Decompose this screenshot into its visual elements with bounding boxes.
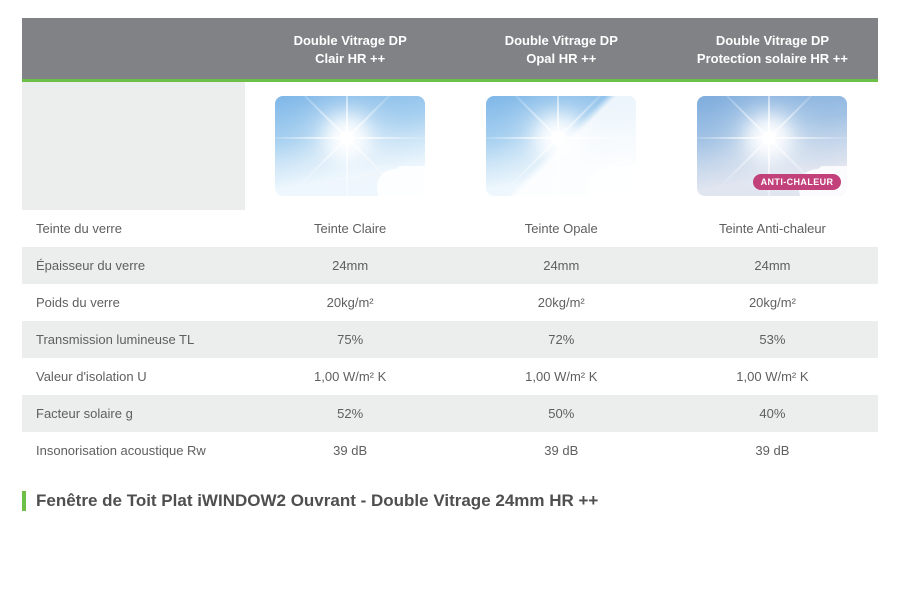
cell: 72% [456,321,667,358]
cell: Teinte Claire [245,210,456,247]
row-label: Facteur solaire g [22,395,245,432]
glazing-comparison-table: Double Vitrage DP Clair HR ++ Double Vit… [22,18,878,469]
row-label: Teinte du verre [22,210,245,247]
cell: 39 dB [245,432,456,469]
table-row: Poids du verre 20kg/m² 20kg/m² 20kg/m² [22,284,878,321]
cell: 20kg/m² [667,284,878,321]
preview-opal [456,82,667,210]
row-label: Épaisseur du verre [22,247,245,284]
header-empty [22,18,245,79]
header-col-protection: Double Vitrage DP Protection solaire HR … [667,18,878,79]
image-row-label [22,82,245,210]
cell: 20kg/m² [456,284,667,321]
cell: 1,00 W/m² K [667,358,878,395]
preview-clair [245,82,456,210]
table-header-row: Double Vitrage DP Clair HR ++ Double Vit… [22,18,878,79]
sky-thumbnail-clair [275,96,425,196]
cell: 1,00 W/m² K [245,358,456,395]
table-row: Épaisseur du verre 24mm 24mm 24mm [22,247,878,284]
row-label: Valeur d'isolation U [22,358,245,395]
table-row: Transmission lumineuse TL 75% 72% 53% [22,321,878,358]
preview-protection: ANTI-CHALEUR [667,82,878,210]
row-label: Transmission lumineuse TL [22,321,245,358]
table-row: Facteur solaire g 52% 50% 40% [22,395,878,432]
table-row: Insonorisation acoustique Rw 39 dB 39 dB… [22,432,878,469]
cell: 39 dB [667,432,878,469]
sky-thumbnail-protection: ANTI-CHALEUR [697,96,847,196]
cell: 53% [667,321,878,358]
cell: Teinte Anti-chaleur [667,210,878,247]
cell: 20kg/m² [245,284,456,321]
cell: 52% [245,395,456,432]
table-row: Teinte du verre Teinte Claire Teinte Opa… [22,210,878,247]
cell: 39 dB [456,432,667,469]
sky-thumbnail-opal [486,96,636,196]
cell: 1,00 W/m² K [456,358,667,395]
cell: 50% [456,395,667,432]
table-row: Valeur d'isolation U 1,00 W/m² K 1,00 W/… [22,358,878,395]
cell: Teinte Opale [456,210,667,247]
cell: 24mm [456,247,667,284]
cell: 75% [245,321,456,358]
cell: 40% [667,395,878,432]
header-col-opal: Double Vitrage DP Opal HR ++ [456,18,667,79]
header-col-clair: Double Vitrage DP Clair HR ++ [245,18,456,79]
page-title: Fenêtre de Toit Plat iWINDOW2 Ouvrant - … [22,491,878,511]
row-label: Poids du verre [22,284,245,321]
image-row: ANTI-CHALEUR [22,82,878,210]
anti-chaleur-badge: ANTI-CHALEUR [753,174,842,190]
cell: 24mm [667,247,878,284]
row-label: Insonorisation acoustique Rw [22,432,245,469]
cell: 24mm [245,247,456,284]
